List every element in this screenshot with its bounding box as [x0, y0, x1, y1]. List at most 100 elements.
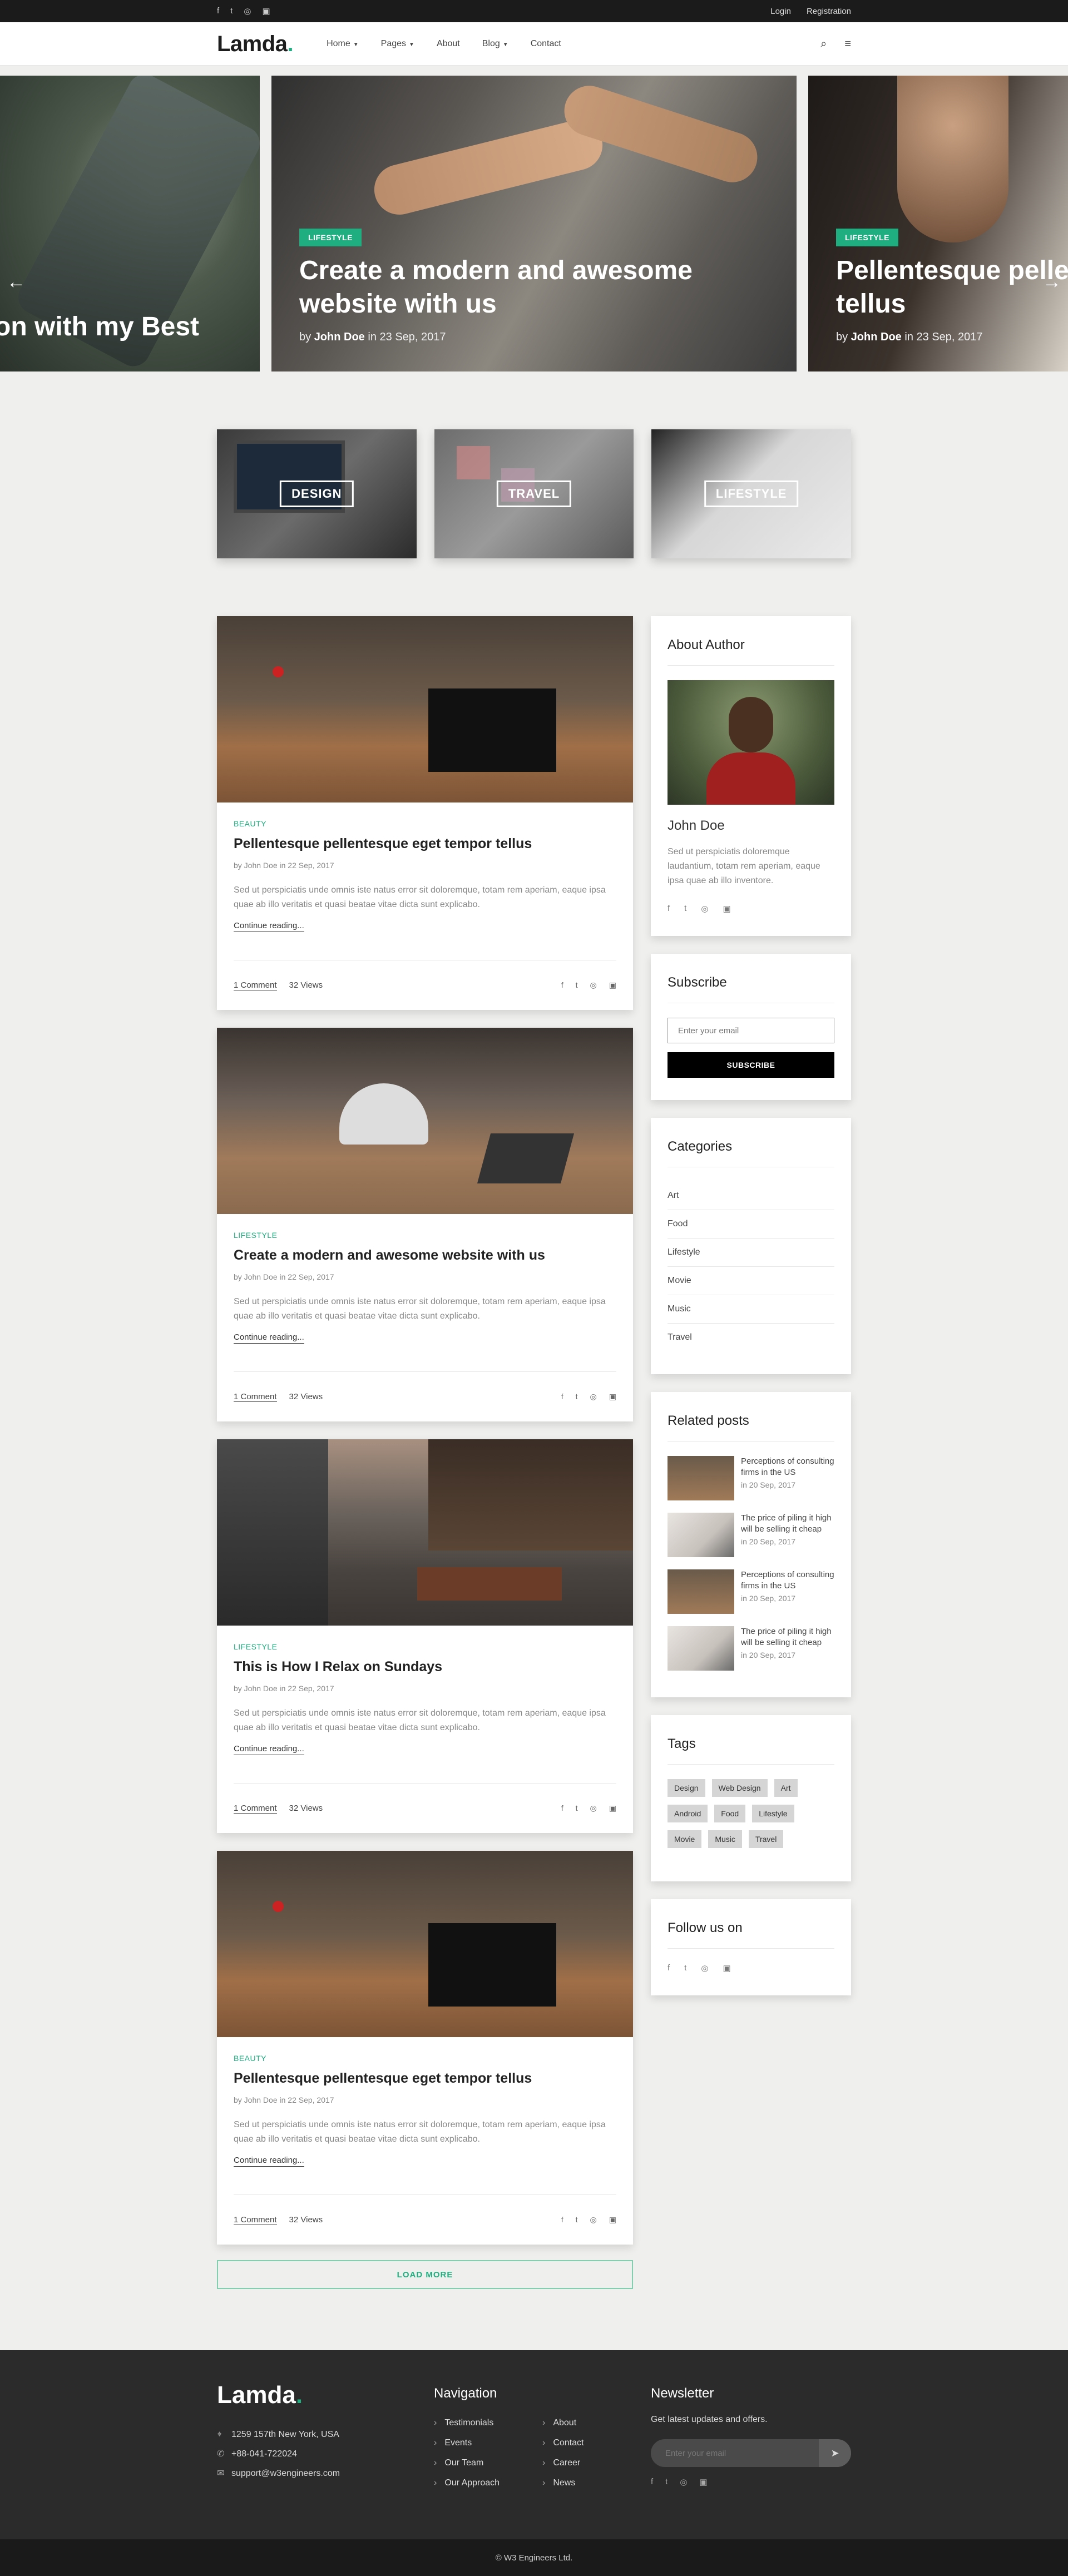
category-card-lifestyle[interactable]: LIFESTYLE — [651, 429, 852, 558]
instagram-icon[interactable]: ▣ — [609, 2215, 616, 2225]
dribbble-icon[interactable]: ◎ — [244, 6, 251, 16]
comments-link[interactable]: 1 Comment — [234, 1392, 277, 1402]
tag-link[interactable]: Web Design — [711, 1779, 768, 1797]
post-category[interactable]: BEAUTY — [234, 819, 616, 828]
twitter-icon[interactable]: t — [684, 1963, 686, 1973]
dribbble-icon[interactable]: ◎ — [590, 1804, 597, 1813]
instagram-icon[interactable]: ▣ — [723, 1963, 730, 1973]
tag-link[interactable]: Art — [774, 1779, 798, 1797]
post-image[interactable] — [217, 1439, 633, 1626]
subscribe-button[interactable]: SUBSCRIBE — [668, 1052, 834, 1078]
footer-nav-link[interactable]: › Career — [542, 2458, 651, 2468]
load-more-button[interactable]: LOAD MORE — [217, 2260, 633, 2289]
footer-nav-link[interactable]: › Our Team — [434, 2458, 542, 2468]
tag-link[interactable]: Android — [668, 1805, 708, 1822]
twitter-icon[interactable]: t — [576, 1392, 578, 1401]
comments-link[interactable]: 1 Comment — [234, 1804, 277, 1814]
category-link[interactable]: Food — [668, 1210, 834, 1239]
twitter-icon[interactable]: t — [230, 6, 233, 16]
tag-link[interactable]: Movie — [668, 1830, 702, 1848]
tag-link[interactable]: Design — [668, 1779, 705, 1797]
facebook-icon[interactable]: f — [561, 1804, 563, 1813]
tag-link[interactable]: Travel — [748, 1830, 784, 1848]
arrow-left-icon[interactable]: ← — [7, 271, 26, 293]
post-title[interactable]: Pellentesque pellentesque eget tempor te… — [234, 836, 616, 852]
footer-nav-link[interactable]: › About — [542, 2418, 651, 2428]
instagram-icon[interactable]: ▣ — [609, 1392, 616, 1401]
hero-slide-1[interactable]: on with my Best — [0, 76, 260, 371]
footer-nav-link[interactable]: › News — [542, 2478, 651, 2488]
footer-logo[interactable]: Lamda. — [217, 2381, 434, 2409]
footer-nav-link[interactable]: › Events — [434, 2438, 542, 2448]
dribbble-icon[interactable]: ◎ — [590, 2215, 597, 2225]
related-post[interactable]: Perceptions of consulting firms in the U… — [668, 1456, 834, 1500]
post-category[interactable]: BEAUTY — [234, 2054, 616, 2063]
continue-reading-link[interactable]: Continue reading... — [234, 1744, 304, 1755]
twitter-icon[interactable]: t — [576, 2215, 578, 2225]
related-post[interactable]: The price of piling it high will be sell… — [668, 1626, 834, 1671]
category-link[interactable]: Movie — [668, 1267, 834, 1295]
category-link[interactable]: Travel — [668, 1324, 834, 1352]
tag-link[interactable]: Lifestyle — [752, 1805, 794, 1822]
subscribe-email-input[interactable] — [668, 1018, 834, 1043]
login-link[interactable]: Login — [770, 7, 791, 16]
post-title[interactable]: This is How I Relax on Sundays — [234, 1659, 616, 1675]
twitter-icon[interactable]: t — [576, 1804, 578, 1813]
tag-link[interactable]: Music — [708, 1830, 742, 1848]
comments-link[interactable]: 1 Comment — [234, 980, 277, 990]
hero-slide-2-badge[interactable]: LIFESTYLE — [299, 229, 362, 246]
facebook-icon[interactable]: f — [651, 2477, 653, 2487]
twitter-icon[interactable]: t — [684, 904, 686, 914]
continue-reading-link[interactable]: Continue reading... — [234, 2156, 304, 2167]
menu-icon[interactable]: ≡ — [844, 38, 851, 51]
nav-blog[interactable]: Blog ▼ — [482, 39, 508, 49]
continue-reading-link[interactable]: Continue reading... — [234, 1332, 304, 1344]
tag-link[interactable]: Food — [714, 1805, 746, 1822]
category-card-design[interactable]: DESIGN — [217, 429, 417, 558]
hero-slide-2[interactable]: LIFESTYLE Create a modern and awesome web… — [271, 76, 797, 371]
category-card-travel[interactable]: TRAVEL — [434, 429, 634, 558]
hero-slide-3[interactable]: LIFESTYLE Pellentesque pellen tellus by J… — [808, 76, 1068, 371]
post-image[interactable] — [217, 1028, 633, 1214]
related-post[interactable]: The price of piling it high will be sell… — [668, 1513, 834, 1557]
category-link[interactable]: Music — [668, 1295, 834, 1324]
twitter-icon[interactable]: t — [576, 980, 578, 990]
post-image[interactable] — [217, 616, 633, 802]
footer-email[interactable]: ✉ support@w3engineers.com — [217, 2464, 434, 2483]
footer-nav-link[interactable]: › Testimonials — [434, 2418, 542, 2428]
twitter-icon[interactable]: t — [665, 2477, 668, 2487]
category-link[interactable]: Lifestyle — [668, 1239, 834, 1267]
dribbble-icon[interactable]: ◎ — [590, 980, 597, 990]
dribbble-icon[interactable]: ◎ — [590, 1392, 597, 1401]
facebook-icon[interactable]: f — [561, 980, 563, 990]
post-category[interactable]: LIFESTYLE — [234, 1231, 616, 1240]
dribbble-icon[interactable]: ◎ — [701, 1963, 708, 1973]
instagram-icon[interactable]: ▣ — [609, 980, 616, 990]
continue-reading-link[interactable]: Continue reading... — [234, 921, 304, 932]
category-link[interactable]: Art — [668, 1182, 834, 1210]
facebook-icon[interactable]: f — [668, 904, 670, 914]
instagram-icon[interactable]: ▣ — [699, 2477, 707, 2487]
related-post[interactable]: Perceptions of consulting firms in the U… — [668, 1569, 834, 1614]
footer-nav-link[interactable]: › Our Approach — [434, 2478, 542, 2488]
nav-about[interactable]: About — [437, 39, 460, 49]
post-title[interactable]: Pellentesque pellentesque eget tempor te… — [234, 2070, 616, 2087]
search-icon[interactable]: ⌕ — [820, 38, 827, 51]
dribbble-icon[interactable]: ◎ — [701, 904, 708, 914]
post-category[interactable]: LIFESTYLE — [234, 1642, 616, 1651]
facebook-icon[interactable]: f — [217, 6, 219, 16]
comments-link[interactable]: 1 Comment — [234, 2215, 277, 2225]
nav-pages[interactable]: Pages ▼ — [381, 39, 414, 49]
registration-link[interactable]: Registration — [807, 7, 851, 16]
footer-nav-link[interactable]: › Contact — [542, 2438, 651, 2448]
instagram-icon[interactable]: ▣ — [723, 904, 730, 914]
post-title[interactable]: Create a modern and awesome website with… — [234, 1247, 616, 1264]
arrow-right-icon[interactable]: → — [1042, 271, 1061, 293]
nav-contact[interactable]: Contact — [531, 39, 561, 49]
newsletter-email-input[interactable]: Enter your email ➤ — [651, 2439, 851, 2467]
instagram-icon[interactable]: ▣ — [609, 1804, 616, 1813]
facebook-icon[interactable]: f — [561, 1392, 563, 1401]
site-logo[interactable]: Lamda. — [217, 32, 294, 57]
facebook-icon[interactable]: f — [668, 1963, 670, 1973]
send-icon[interactable]: ➤ — [819, 2439, 851, 2467]
